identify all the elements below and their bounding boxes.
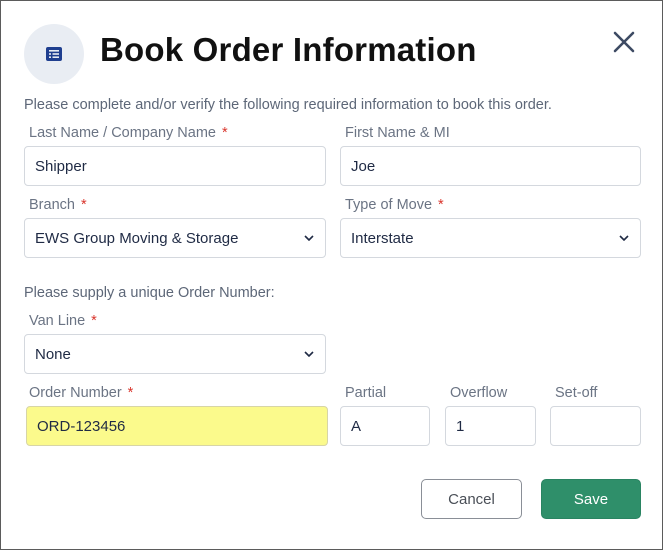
- last-name-label: Last Name / Company Name *: [29, 125, 228, 141]
- required-marker: *: [438, 197, 444, 213]
- book-order-dialog: Book Order Information Please complete a…: [0, 0, 663, 550]
- overflow-value: 1: [456, 417, 465, 435]
- type-of-move-label: Type of Move *: [345, 197, 444, 213]
- type-of-move-value: Interstate: [351, 229, 414, 247]
- close-icon[interactable]: [613, 31, 635, 53]
- required-marker: *: [127, 385, 134, 401]
- branch-value: EWS Group Moving & Storage: [35, 229, 239, 247]
- overflow-field[interactable]: 1: [445, 406, 536, 446]
- required-marker: *: [91, 313, 97, 329]
- van-line-value: None: [35, 345, 71, 363]
- last-name-value: Shipper: [35, 157, 87, 175]
- setoff-label: Set-off: [555, 385, 598, 401]
- save-button[interactable]: Save: [541, 479, 641, 519]
- chevron-down-icon: [303, 348, 315, 360]
- close-button[interactable]: [609, 27, 639, 57]
- type-of-move-select[interactable]: Interstate: [340, 218, 641, 258]
- partial-field[interactable]: A: [340, 406, 430, 446]
- dialog-title: Book Order Information: [100, 31, 477, 68]
- van-line-label: Van Line *: [29, 313, 97, 329]
- required-marker: *: [221, 125, 228, 141]
- chevron-down-icon: [618, 232, 630, 244]
- order-number-value: ORD-123456: [37, 417, 126, 435]
- first-name-label: First Name & MI: [345, 125, 450, 141]
- form-document-icon: [24, 24, 84, 84]
- chevron-down-icon: [303, 232, 315, 244]
- supply-order-number-text: Please supply a unique Order Number:: [24, 285, 275, 301]
- van-line-select[interactable]: None: [24, 334, 326, 374]
- last-name-field[interactable]: Shipper: [24, 146, 326, 186]
- instruction-text: Please complete and/or verify the follow…: [24, 97, 552, 113]
- branch-label: Branch *: [29, 197, 87, 213]
- partial-label: Partial: [345, 385, 387, 401]
- order-number-label: Order Number *: [29, 385, 134, 401]
- partial-value: A: [351, 417, 362, 435]
- first-name-field[interactable]: Joe: [340, 146, 641, 186]
- setoff-field[interactable]: [550, 406, 641, 446]
- order-number-field[interactable]: ORD-123456: [26, 406, 328, 446]
- branch-select[interactable]: EWS Group Moving & Storage: [24, 218, 326, 258]
- first-name-value: Joe: [351, 157, 376, 175]
- required-marker: *: [80, 197, 87, 213]
- overflow-label: Overflow: [450, 385, 508, 401]
- cancel-button[interactable]: Cancel: [421, 479, 522, 519]
